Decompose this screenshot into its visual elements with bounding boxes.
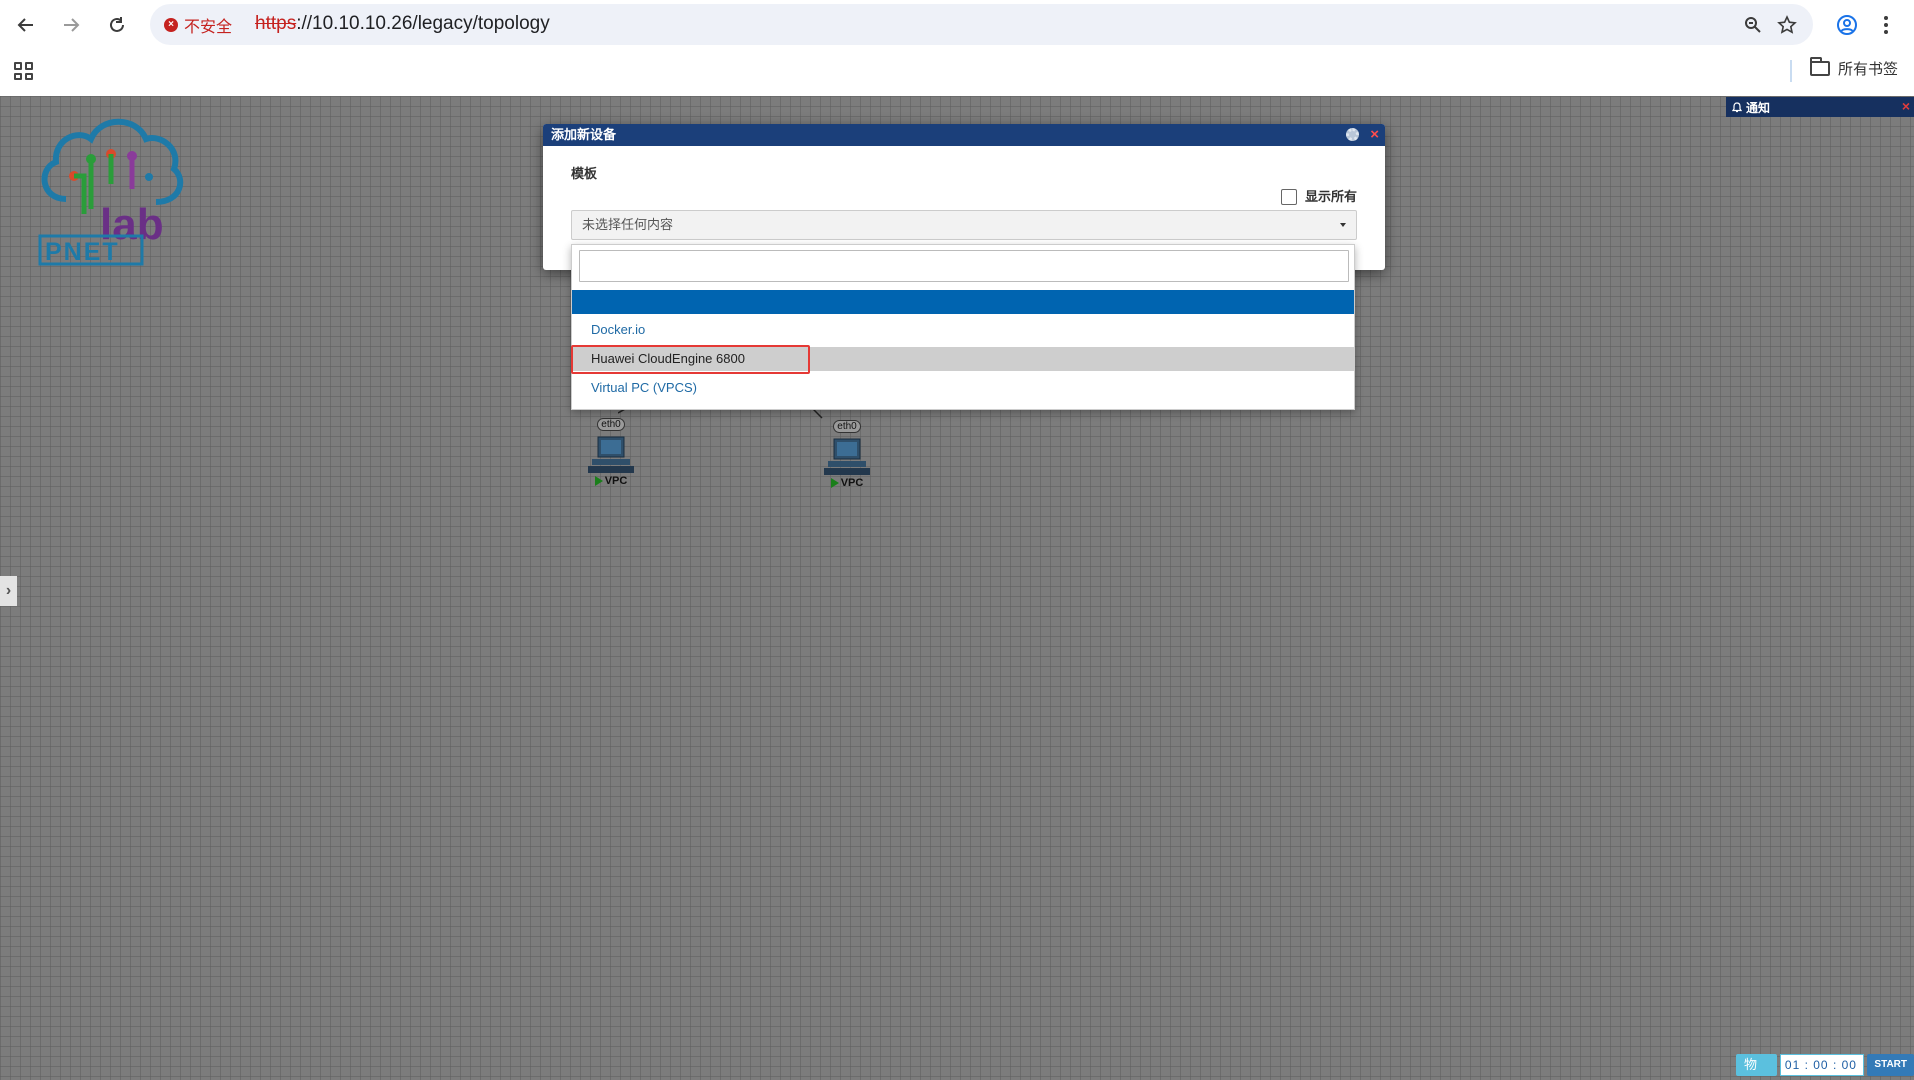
menu-kebab-icon[interactable] bbox=[1871, 10, 1901, 40]
running-icon bbox=[594, 476, 603, 486]
notification-panel: 通知 × bbox=[1726, 97, 1914, 117]
node-status: VPC bbox=[819, 477, 875, 489]
profile-icon[interactable] bbox=[1832, 10, 1862, 40]
port-label: eth0 bbox=[833, 420, 861, 433]
dropdown-highlighted-row[interactable] bbox=[572, 290, 1354, 314]
browser-toolbar: × 不安全 https://10.10.10.26/legacy/topolog… bbox=[0, 0, 1914, 96]
dialog-title: 添加新设备 bbox=[551, 127, 617, 142]
vpc-node[interactable]: eth0 VPC bbox=[819, 416, 875, 489]
show-all-toggle[interactable]: 显示所有 bbox=[1280, 186, 1357, 205]
bookmark-star-icon[interactable] bbox=[1774, 12, 1800, 38]
address-bar[interactable]: × 不安全 https://10.10.10.26/legacy/topolog… bbox=[150, 4, 1813, 45]
bell-icon bbox=[1732, 101, 1742, 112]
start-button[interactable]: START bbox=[1867, 1054, 1914, 1076]
all-bookmarks-button[interactable]: 所有书签 bbox=[1810, 57, 1899, 79]
template-dropdown: Docker.io Huawei CloudEngine 6800 Virtua… bbox=[571, 244, 1355, 410]
back-icon[interactable] bbox=[11, 10, 41, 40]
reload-icon[interactable] bbox=[102, 10, 132, 40]
pnetlab-logo: lab PNET bbox=[38, 118, 184, 266]
template-label: 模板 bbox=[571, 166, 598, 181]
folder-icon bbox=[1810, 57, 1830, 76]
zoom-icon[interactable] bbox=[1740, 12, 1766, 38]
running-icon bbox=[830, 478, 839, 488]
sidebar-expand-button[interactable]: › bbox=[0, 576, 17, 606]
dropdown-option[interactable]: Docker.io bbox=[572, 318, 1354, 342]
node-name: VPC bbox=[840, 477, 864, 489]
physical-button[interactable]: 物理 bbox=[1736, 1054, 1777, 1080]
pc-icon bbox=[588, 436, 634, 473]
dropdown-search-input[interactable] bbox=[579, 250, 1349, 282]
node-name: VPC bbox=[604, 475, 628, 487]
caret-down-icon bbox=[1340, 223, 1346, 227]
template-select[interactable]: 未选择任何内容 bbox=[571, 210, 1357, 240]
node-status: VPC bbox=[583, 475, 639, 487]
dialog-header: 添加新设备 × bbox=[543, 124, 1385, 146]
timer-input[interactable]: 01 : 00 : 00 bbox=[1779, 1054, 1865, 1076]
show-all-label: 显示所有 bbox=[1304, 189, 1357, 204]
annotation-highlight-box bbox=[571, 345, 810, 374]
close-icon[interactable]: × bbox=[1370, 124, 1379, 146]
url-scheme: https bbox=[255, 13, 297, 34]
lab-timer-bar: 物理 01 : 00 : 00 START bbox=[1736, 1054, 1914, 1080]
notification-close-icon[interactable]: × bbox=[1902, 98, 1910, 114]
url-path: ://10.10.10.26/legacy/topology bbox=[296, 13, 550, 34]
dropdown-option[interactable]: Virtual PC (VPCS) bbox=[572, 376, 1354, 400]
logo-pnet-text: PNET bbox=[45, 238, 120, 266]
gear-icon[interactable] bbox=[1346, 128, 1359, 141]
pc-icon bbox=[824, 438, 870, 475]
port-label: eth0 bbox=[597, 418, 625, 431]
select-placeholder: 未选择任何内容 bbox=[582, 217, 674, 232]
security-chip[interactable]: × 不安全 bbox=[164, 13, 232, 37]
show-all-checkbox[interactable] bbox=[1280, 189, 1297, 205]
vpc-node[interactable]: eth0 VPC bbox=[583, 414, 639, 487]
notification-title: 通知 bbox=[1746, 100, 1771, 115]
warning-icon: × bbox=[164, 18, 178, 32]
bookmarks-label: 所有书签 bbox=[1838, 61, 1899, 78]
url-text[interactable]: https://10.10.10.26/legacy/topology bbox=[255, 13, 550, 35]
bookmark-divider bbox=[1790, 60, 1792, 82]
apps-grid-icon[interactable] bbox=[14, 62, 33, 80]
forward-icon[interactable] bbox=[56, 10, 86, 40]
security-label: 不安全 bbox=[184, 19, 233, 36]
